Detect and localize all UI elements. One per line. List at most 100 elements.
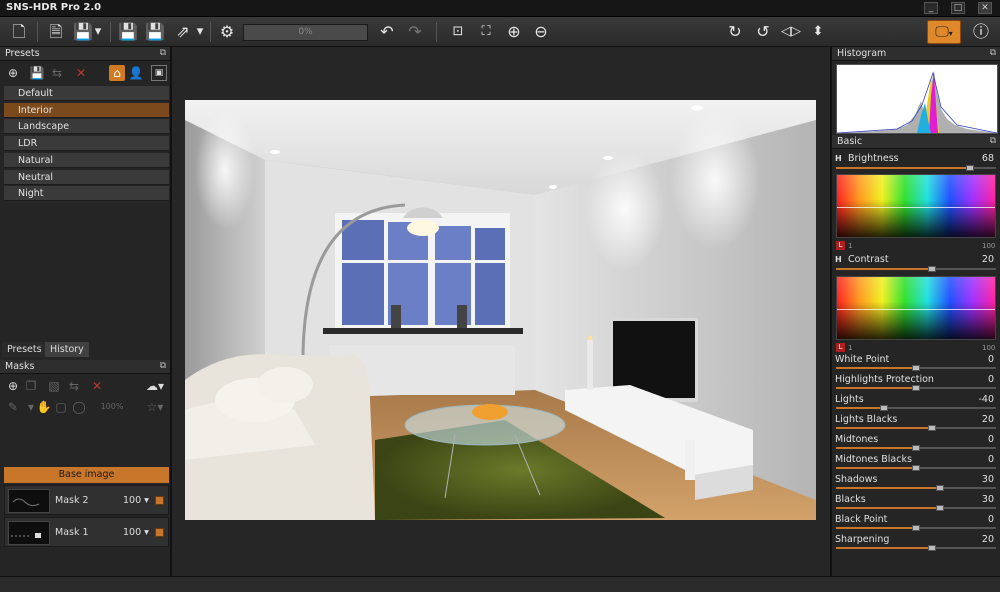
export-icon[interactable]: ⇗ <box>172 21 194 43</box>
rectangle-icon[interactable]: ▢ <box>53 399 69 415</box>
flip-horizontal-icon[interactable]: ◁▷ <box>780 21 802 43</box>
open-sns-icon[interactable]: 💾 <box>72 21 94 43</box>
undock-icon[interactable]: ⧉ <box>160 360 166 373</box>
preset-item-ldr[interactable]: LDR <box>4 136 169 152</box>
mask-color-swatch[interactable] <box>155 528 164 537</box>
contrast-slider[interactable] <box>836 266 996 272</box>
rotate-right-icon[interactable]: ↻ <box>724 21 746 43</box>
save-preset-icon[interactable]: 💾 <box>29 65 45 81</box>
new-project-icon[interactable]: 🗋 <box>8 21 30 43</box>
slider-thumb[interactable] <box>928 266 936 272</box>
open-dropdown-icon[interactable]: ▾ <box>92 21 104 43</box>
contrast-mode-badge[interactable]: H <box>835 255 844 264</box>
add-mask-icon[interactable]: ⊕ <box>5 378 21 394</box>
close-icon[interactable]: ✕ <box>978 2 992 14</box>
preset-item-night[interactable]: Night <box>4 186 169 202</box>
preset-item-landscape[interactable]: Landscape <box>4 119 169 135</box>
hand-icon[interactable]: ✋ <box>36 399 52 415</box>
rename-preset-icon[interactable]: ⇆ <box>49 65 65 81</box>
undock-icon[interactable]: ⧉ <box>990 47 996 60</box>
slider-thumb[interactable] <box>936 505 944 511</box>
maximize-icon[interactable]: □ <box>951 2 965 14</box>
mask-color-swatch[interactable] <box>155 496 164 505</box>
midtones-slider[interactable] <box>836 445 996 451</box>
tab-presets[interactable]: Presets <box>2 342 47 357</box>
zoom-in-icon[interactable]: ⊕ <box>503 21 525 43</box>
slider-thumb[interactable] <box>928 425 936 431</box>
slider-thumb[interactable] <box>912 445 920 451</box>
base-image-button[interactable]: Base image <box>4 467 169 483</box>
preset-item-default[interactable]: Default <box>4 86 169 101</box>
zoom-out-icon[interactable]: ⊖ <box>530 21 552 43</box>
mask-thumbnail <box>8 521 50 545</box>
brightness-color-map[interactable] <box>836 174 996 238</box>
brightness-mode-badge[interactable]: H <box>835 154 844 163</box>
white-point-value: 0 <box>987 354 994 365</box>
mask-opacity[interactable]: 100 ▾ <box>123 495 149 506</box>
slider-thumb[interactable] <box>928 545 936 551</box>
copy-mask-icon[interactable]: ❐ <box>23 378 39 394</box>
black-point-slider[interactable] <box>836 525 996 531</box>
undock-icon[interactable]: ⧉ <box>990 135 996 148</box>
brightness-slider[interactable] <box>836 165 996 171</box>
zoom-fit-icon[interactable]: ⛶ <box>475 21 497 43</box>
basic-panel-header: Basic ⧉ <box>832 135 1000 149</box>
slider-fill <box>836 367 916 369</box>
delete-preset-icon[interactable]: ✕ <box>73 65 89 81</box>
minimize-icon[interactable]: _ <box>924 2 938 14</box>
preset-item-interior[interactable]: Interior <box>4 102 169 118</box>
slider-fill <box>836 547 932 549</box>
shadows-value: 30 <box>981 474 994 485</box>
cloud-dropdown-icon[interactable]: ☁▾ <box>143 378 167 394</box>
move-mask-icon[interactable]: ⇆ <box>66 378 82 394</box>
open-raw-icon[interactable]: 🗎 <box>45 21 67 43</box>
preset-item-natural[interactable]: Natural <box>4 152 169 168</box>
brush-size-field[interactable]: 100% <box>95 399 129 415</box>
interior-category-icon[interactable]: ⌂ <box>109 65 125 81</box>
slider-thumb[interactable] <box>912 525 920 531</box>
monitor-dropdown-button[interactable]: 🖵▾ <box>927 20 961 44</box>
highlights-protection-slider[interactable] <box>836 385 996 391</box>
lights-blacks-slider[interactable] <box>836 425 996 431</box>
ellipse-icon[interactable]: ◯ <box>71 399 87 415</box>
info-icon[interactable]: ⓘ <box>970 21 992 43</box>
midtones-blacks-slider[interactable] <box>836 465 996 471</box>
delete-mask-icon[interactable]: ✕ <box>89 378 105 394</box>
add-preset-icon[interactable]: ⊕ <box>5 65 21 81</box>
process-gears-icon[interactable]: ⚙ <box>216 21 238 43</box>
zoom-actual-size-icon[interactable]: ⊡ <box>447 21 469 43</box>
save-as-icon[interactable]: 💾 <box>144 21 166 43</box>
preset-item-neutral[interactable]: Neutral <box>4 169 169 185</box>
image-viewport[interactable] <box>172 47 830 576</box>
slider-thumb[interactable] <box>912 385 920 391</box>
white-point-slider[interactable] <box>836 365 996 371</box>
rotate-left-icon[interactable]: ↺ <box>752 21 774 43</box>
brush-icon[interactable]: ✎ <box>5 399 21 415</box>
tab-history[interactable]: History <box>45 342 89 357</box>
save-icon[interactable]: 💾 <box>117 21 139 43</box>
shadows-slider[interactable] <box>836 485 996 491</box>
slider-thumb[interactable] <box>880 405 888 411</box>
contrast-color-map[interactable] <box>836 276 996 340</box>
portrait-category-icon[interactable]: 👤 <box>128 65 144 81</box>
slider-thumb[interactable] <box>936 485 944 491</box>
redo-icon[interactable]: ↷ <box>404 21 426 43</box>
export-dropdown-icon[interactable]: ▾ <box>194 21 206 43</box>
undo-icon[interactable]: ↶ <box>376 21 398 43</box>
slider-thumb[interactable] <box>966 165 975 171</box>
slider-thumb[interactable] <box>912 365 920 371</box>
presets-panel-header: Presets ⧉ <box>0 47 170 61</box>
mask-opacity[interactable]: 100 ▾ <box>123 527 149 538</box>
landscape-category-icon[interactable]: ▣ <box>151 65 167 81</box>
slider-thumb[interactable] <box>912 465 920 471</box>
lights-slider[interactable] <box>836 405 996 411</box>
sharpening-slider[interactable] <box>836 545 996 551</box>
histogram-panel-title: Histogram <box>837 48 887 59</box>
undock-icon[interactable]: ⧉ <box>160 47 166 60</box>
blacks-slider[interactable] <box>836 505 996 511</box>
mask-row[interactable]: Mask 1 100 ▾ <box>4 517 169 547</box>
image-mask-icon[interactable]: ▧ <box>46 378 62 394</box>
star-dropdown-icon[interactable]: ☆▾ <box>145 399 165 415</box>
flip-vertical-icon[interactable]: ⬍ <box>807 21 829 43</box>
mask-row[interactable]: Mask 2 100 ▾ <box>4 485 169 515</box>
